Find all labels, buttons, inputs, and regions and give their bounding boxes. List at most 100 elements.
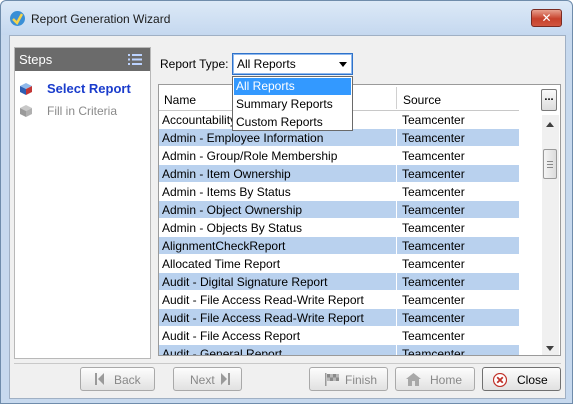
step-label: Select Report: [47, 81, 131, 96]
row-name: Audit - File Access Read-Write Report: [162, 311, 364, 325]
table-row[interactable]: Audit - File Access Read-Write Report Tea…: [159, 291, 519, 309]
row-source: Teamcenter: [402, 257, 465, 271]
column-header-name[interactable]: Name: [164, 93, 196, 107]
row-source: Teamcenter: [402, 293, 465, 307]
wizard-body: Steps Select Report Fill in Criteria Rep…: [9, 35, 566, 399]
steps-title: Steps: [19, 52, 53, 67]
cube-icon: [20, 83, 32, 95]
row-source: Teamcenter: [402, 311, 465, 325]
cell-divider: [396, 273, 397, 291]
table-row[interactable]: Admin - Group/Role Membership Teamcenter: [159, 147, 519, 165]
cell-divider: [396, 111, 397, 129]
row-source: Teamcenter: [402, 131, 465, 145]
table-row[interactable]: AlignmentCheckReport Teamcenter: [159, 237, 519, 255]
table-row[interactable]: Allocated Time Report Teamcenter: [159, 255, 519, 273]
close-button[interactable]: Close: [482, 367, 561, 391]
home-button[interactable]: Home: [395, 367, 475, 391]
app-icon: [10, 11, 25, 26]
cell-divider: [396, 219, 397, 237]
report-type-value: All Reports: [237, 57, 296, 71]
grip-line: [547, 167, 553, 168]
dropdown-option-custom-reports[interactable]: Custom Reports: [234, 114, 351, 131]
dropdown-option-all-reports[interactable]: All Reports: [234, 78, 351, 95]
cell-divider: [396, 309, 397, 327]
grip-line: [547, 161, 553, 162]
row-source: Teamcenter: [402, 239, 465, 253]
row-source: Teamcenter: [402, 203, 465, 217]
report-type-dropdown: All Reports Summary Reports Custom Repor…: [232, 76, 353, 131]
table-row[interactable]: Audit - Digital Signature Report Teamcent…: [159, 273, 519, 291]
dropdown-option-summary-reports[interactable]: Summary Reports: [234, 96, 351, 113]
grip-line: [547, 164, 553, 165]
step-label: Fill in Criteria: [47, 104, 118, 118]
close-circle-icon: [493, 373, 507, 387]
cell-divider: [396, 147, 397, 165]
table-rows: Accountability Check Teamcenter Admin - Em…: [159, 111, 519, 356]
row-source: Teamcenter: [402, 113, 465, 127]
flag-icon: [325, 373, 339, 386]
row-name: Admin - Object Ownership: [162, 203, 303, 217]
cell-divider: [396, 345, 397, 355]
row-source: Teamcenter: [402, 347, 465, 356]
cell-divider: [396, 165, 397, 183]
row-source: Teamcenter: [402, 329, 465, 343]
report-type-label: Report Type:: [160, 57, 229, 71]
close-icon: ✕: [541, 11, 552, 25]
cell-divider: [396, 255, 397, 273]
row-name: Audit - Digital Signature Report: [162, 275, 328, 289]
row-name: AlignmentCheckReport: [162, 239, 286, 253]
row-source: Teamcenter: [402, 149, 465, 163]
table-row[interactable]: Audit - File Access Report Teamcenter: [159, 327, 519, 345]
finish-label: Finish: [345, 373, 378, 387]
window-title: Report Generation Wizard: [31, 12, 171, 26]
scroll-thumb[interactable]: [543, 149, 557, 179]
cube-gray-icon: [20, 105, 32, 117]
table-row[interactable]: Admin - Items By Status Teamcenter: [159, 183, 519, 201]
row-source: Teamcenter: [402, 185, 465, 199]
row-name: Admin - Employee Information: [162, 131, 324, 145]
window-close-button[interactable]: ✕: [531, 9, 562, 27]
table-row[interactable]: Audit - File Access Read-Write Report Tea…: [159, 309, 519, 327]
column-header-source[interactable]: Source: [403, 93, 441, 107]
row-name: Allocated Time Report: [162, 257, 281, 271]
footer-divider: [14, 363, 561, 364]
title-bar: Report Generation Wizard ✕: [1, 1, 572, 35]
back-arrow-icon: [95, 373, 104, 385]
report-type-select[interactable]: All Reports: [232, 53, 353, 75]
list-view-icon[interactable]: [128, 54, 142, 65]
column-chooser-button[interactable]: ...: [541, 89, 557, 111]
table-row[interactable]: Admin - Item Ownership Teamcenter: [159, 165, 519, 183]
next-button[interactable]: Next: [173, 367, 242, 391]
cell-divider: [396, 327, 397, 345]
report-table: Name Source Accountability Check Teamcent…: [158, 84, 561, 356]
chevron-down-icon: [339, 62, 347, 67]
cell-divider: [396, 129, 397, 147]
table-row[interactable]: Admin - Object Ownership Teamcenter: [159, 201, 519, 219]
finish-button[interactable]: Finish: [309, 367, 388, 391]
table-row[interactable]: Admin - Employee Information Teamcenter: [159, 129, 519, 147]
back-label: Back: [114, 373, 141, 387]
scroll-down-icon[interactable]: [546, 346, 554, 351]
steps-panel: Steps Select Report Fill in Criteria: [14, 47, 151, 359]
row-name: Audit - File Access Report: [162, 329, 301, 343]
cell-divider: [396, 237, 397, 255]
home-icon: [406, 373, 421, 386]
next-label: Next: [190, 373, 215, 387]
row-name: Admin - Items By Status: [162, 185, 291, 199]
row-source: Teamcenter: [402, 221, 465, 235]
report-wizard-window: Report Generation Wizard ✕ Steps Select …: [0, 0, 573, 404]
back-button[interactable]: Back: [80, 367, 155, 391]
cell-divider: [396, 183, 397, 201]
home-label: Home: [430, 373, 463, 387]
next-arrow-icon: [221, 373, 230, 385]
close-label: Close: [517, 373, 548, 387]
row-name: Admin - Objects By Status: [162, 221, 303, 235]
table-row[interactable]: Admin - Objects By Status Teamcenter: [159, 219, 519, 237]
scroll-up-icon[interactable]: [546, 122, 554, 127]
column-divider[interactable]: [396, 87, 397, 109]
row-source: Teamcenter: [402, 275, 465, 289]
vertical-scrollbar[interactable]: [542, 115, 559, 355]
row-source: Teamcenter: [402, 167, 465, 181]
cell-divider: [396, 291, 397, 309]
table-row[interactable]: Audit - General Report Teamcenter: [159, 345, 519, 356]
